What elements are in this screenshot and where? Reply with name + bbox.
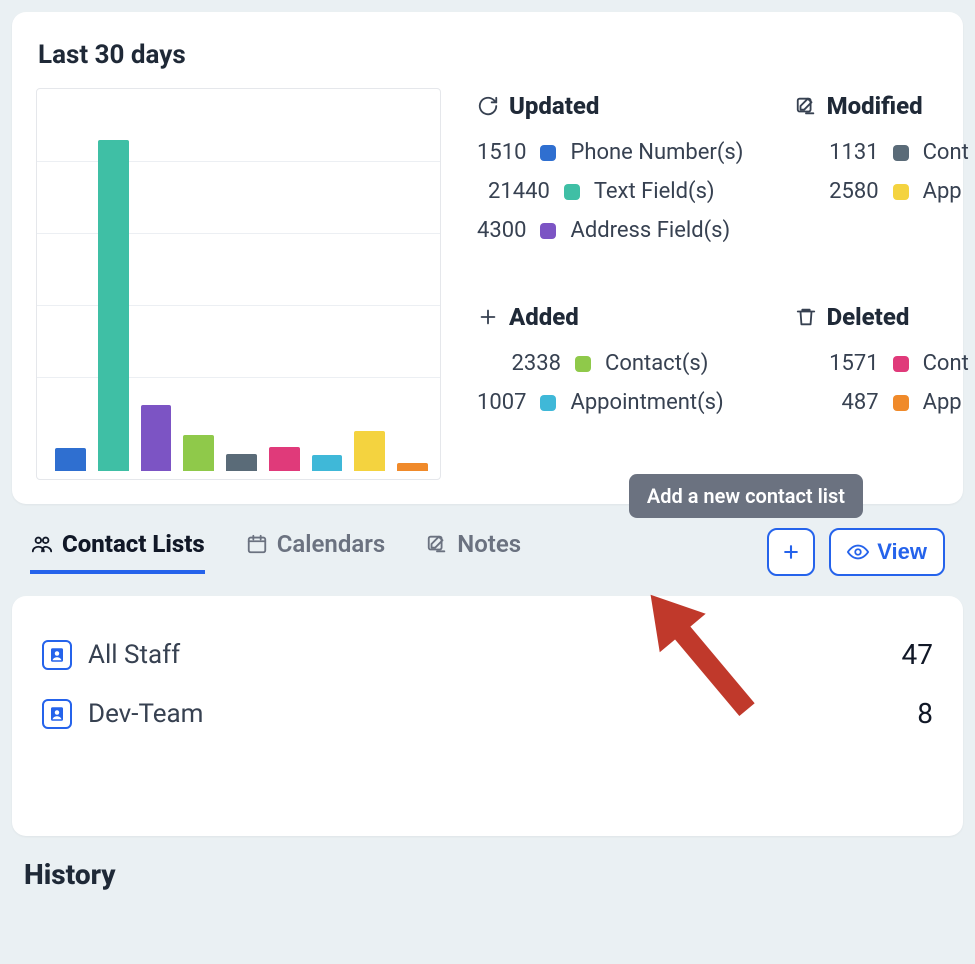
edit-square-icon [425, 532, 449, 556]
contact-list-name: Dev-Team [88, 699, 203, 729]
stat-line: 1510Phone Number(s) [477, 140, 715, 165]
eye-icon [847, 541, 869, 563]
chart-bar [354, 431, 385, 471]
stat-value: 2338 [477, 351, 561, 376]
dashboard-title: Last 30 days [38, 40, 939, 70]
stat-line: 1007Appointment(s) [477, 390, 715, 415]
contact-list-count: 47 [902, 638, 933, 671]
stat-swatch [893, 145, 909, 161]
stat-line: 21440 Text Field(s) [477, 179, 715, 204]
stat-label: Address Field(s) [570, 218, 730, 243]
tab-contact-lists[interactable]: Contact Lists [30, 530, 205, 574]
tab-label: Notes [457, 530, 521, 558]
stat-swatch [893, 395, 909, 411]
stat-label: Appointment(s) [570, 390, 723, 415]
stat-label: Cont [923, 351, 969, 376]
stat-label: Cont [923, 140, 969, 165]
stat-label: Phone Number(s) [570, 140, 743, 165]
stat-line: 487 App [795, 390, 975, 415]
view-button-label: View [877, 539, 927, 565]
stat-group-title: Modified [827, 92, 923, 120]
stat-swatch [540, 395, 556, 411]
contact-card-icon [42, 640, 72, 670]
stat-value: 21440 [477, 179, 550, 204]
chart-bar [55, 448, 86, 471]
plus-icon [477, 306, 499, 328]
stat-swatch [575, 356, 591, 372]
stat-group: Deleted 1571 Cont 487 App [795, 303, 975, 429]
stat-value: 487 [795, 390, 879, 415]
stat-value: 1571 [795, 351, 879, 376]
plus-icon [781, 542, 801, 562]
stat-line: 2338 Contact(s) [477, 351, 715, 376]
stat-swatch [540, 145, 556, 161]
contact-lists-card: All Staff 47 Dev-Team 8 [12, 596, 963, 836]
refresh-icon [477, 95, 499, 117]
stat-group-title: Added [509, 303, 579, 331]
add-contact-list-button[interactable] [767, 528, 815, 576]
contact-list-name: All Staff [88, 640, 180, 670]
stat-swatch [564, 184, 580, 200]
tab-label: Calendars [277, 530, 386, 558]
stat-line: 1571 Cont [795, 351, 975, 376]
tabs-row: Contact ListsCalendarsNotes Add a new co… [12, 522, 963, 582]
view-button[interactable]: View [829, 528, 945, 576]
stat-value: 2580 [795, 179, 879, 204]
stat-value: 4300 [477, 218, 526, 243]
stat-group-title: Updated [509, 92, 599, 120]
stat-group-title: Deleted [827, 303, 910, 331]
contact-list-row[interactable]: All Staff 47 [42, 638, 933, 671]
stat-label: App [923, 179, 962, 204]
stat-line: 2580 App [795, 179, 975, 204]
stat-group: Modified 1131 Cont 2580 App [795, 92, 975, 257]
stat-swatch [540, 223, 556, 239]
tab-calendars[interactable]: Calendars [245, 530, 386, 574]
contact-list-count: 8 [917, 697, 933, 730]
stat-label: Text Field(s) [594, 179, 715, 204]
stat-group: Updated 1510Phone Number(s) 21440 Text Fiel… [477, 92, 715, 257]
stat-swatch [893, 356, 909, 372]
tab-label: Contact Lists [62, 530, 205, 558]
chart-bar [397, 463, 428, 471]
stat-value: 1131 [795, 140, 879, 165]
trash-icon [795, 306, 817, 328]
activity-bar-chart [36, 88, 441, 480]
chart-bar [183, 435, 214, 471]
contact-card-icon [42, 699, 72, 729]
dashboard-card: Last 30 days Updated1510Phone Number(s)2… [12, 12, 963, 504]
chart-bar [269, 447, 300, 471]
chart-bar [312, 455, 343, 471]
stat-group: Added 2338 Contact(s) 1007Appointment(s) [477, 303, 715, 429]
tab-notes[interactable]: Notes [425, 530, 521, 574]
people-icon [30, 532, 54, 556]
edit-square-icon [795, 95, 817, 117]
chart-bar [98, 140, 129, 471]
add-contact-list-tooltip: Add a new contact list [629, 474, 863, 518]
stat-swatch [893, 184, 909, 200]
stat-line: 4300Address Field(s) [477, 218, 715, 243]
chart-bar [226, 454, 257, 471]
calendar-icon [245, 532, 269, 556]
stat-value: 1007 [477, 390, 526, 415]
contact-list-row[interactable]: Dev-Team 8 [42, 697, 933, 730]
stat-line: 1131 Cont [795, 140, 975, 165]
stat-label: App [923, 390, 962, 415]
chart-bar [141, 405, 172, 471]
history-heading: History [24, 858, 975, 891]
stat-label: Contact(s) [605, 351, 708, 376]
stat-value: 1510 [477, 140, 526, 165]
